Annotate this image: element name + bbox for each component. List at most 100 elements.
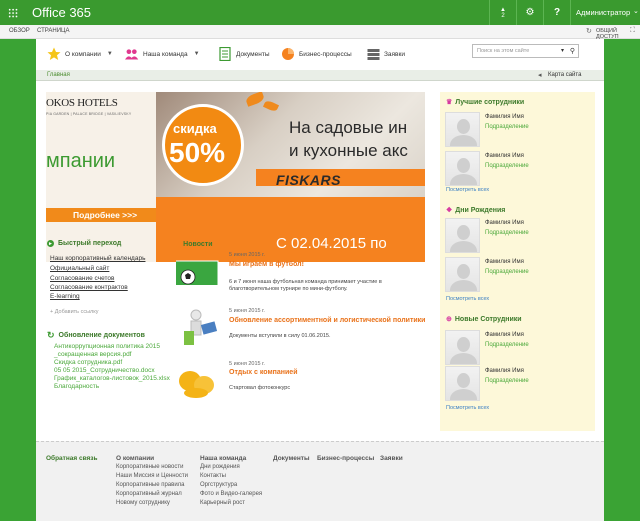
nav-item-team[interactable]: Наша команда ▼ — [125, 45, 200, 63]
news-summary: Стартовал фотоконкурс — [229, 385, 291, 391]
user-menu[interactable]: Администратор — [576, 8, 630, 17]
quick-link[interactable]: Согласование контрактов — [50, 284, 128, 291]
footer-link[interactable]: Дни рождения — [200, 464, 240, 470]
see-all-link[interactable]: Посмотреть всех — [446, 187, 489, 193]
discount-percent: 50% — [169, 137, 226, 168]
chevron-down-icon[interactable]: ▼ — [194, 51, 200, 57]
server-icon — [366, 47, 380, 61]
employee-department[interactable]: Подразделение — [485, 269, 529, 275]
employee-name[interactable]: Фамилия Имя — [485, 220, 524, 226]
brand-title[interactable]: Office 365 — [32, 5, 91, 20]
help-icon[interactable]: ? — [544, 0, 570, 25]
footer-link[interactable]: Корпоративный журнал — [116, 491, 182, 497]
nav-item-processes[interactable]: Бизнес-процессы — [281, 45, 352, 63]
footer-link[interactable]: Корпоративные новости — [116, 464, 183, 470]
avatar[interactable] — [445, 257, 480, 292]
tab-page[interactable]: СТРАНИЦА — [37, 28, 70, 34]
employee-name[interactable]: Фамилия Имя — [485, 153, 524, 159]
nav-item-requests[interactable]: Заявки — [366, 45, 405, 63]
avatar[interactable] — [445, 151, 480, 186]
chevron-down-icon[interactable]: ⌄ — [633, 7, 639, 15]
chevron-down-icon[interactable]: ▼ — [107, 51, 113, 57]
search-icon[interactable]: ⚲ — [570, 47, 575, 55]
hotel-banner[interactable]: OKOS HOTELS PIA GARDEN | PALACE BRIDGE |… — [46, 92, 156, 262]
doc-link[interactable]: 05 05 2015_Сотрудничество.docx — [54, 367, 155, 374]
nav-item-about[interactable]: О компании ▼ — [47, 45, 113, 63]
employee-department[interactable]: Подразделение — [485, 124, 529, 130]
suite-bar: Office 365 ▲ 2 ⚙ ? Администратор ⌄ — [0, 0, 640, 25]
banner-campaign-text: мпании — [46, 150, 116, 172]
footer-link[interactable]: Корпоративные правила — [116, 482, 185, 488]
quick-link[interactable]: E-learning — [50, 293, 80, 300]
footer: Обратная связь О компании Корпоративные … — [36, 441, 604, 521]
focus-icon[interactable]: ⛶ — [630, 27, 635, 35]
footer-col-title[interactable]: Заявки — [380, 455, 403, 462]
fiskars-logo-text: FISKARS — [276, 172, 341, 188]
news-headline[interactable]: Мы играем в футбол! — [229, 261, 304, 268]
notifications-icon[interactable]: ▲ 2 — [490, 0, 516, 25]
employee-department[interactable]: Подразделение — [485, 342, 529, 348]
quick-links-title: ► Быстрый переход — [47, 240, 122, 247]
footer-link[interactable]: Новому сотруднику — [116, 500, 170, 506]
footer-col-title[interactable]: Документы — [273, 455, 310, 462]
footer-link[interactable]: Карьерный рост — [200, 500, 245, 506]
avatar[interactable] — [445, 112, 480, 147]
employee-department[interactable]: Подразделение — [485, 378, 529, 384]
news-headline[interactable]: Обновление ассортиментной и логистическо… — [229, 317, 425, 324]
top-navigation: О компании ▼ Наша команда ▼ Документы Би… — [36, 39, 604, 69]
more-button[interactable]: Подробнее >>> — [46, 208, 156, 222]
best-employees-title: ♛ Лучшие сотрудники — [446, 99, 525, 106]
news-headline[interactable]: Отдых с компанией — [229, 369, 298, 376]
employee-name[interactable]: Фамилия Имя — [485, 114, 524, 120]
avatar[interactable] — [445, 218, 480, 253]
nav-label: Наша команда — [143, 50, 188, 58]
breadcrumb-bar: Главная ◂ Карта сайта — [36, 70, 604, 81]
sitemap-link[interactable]: Карта сайта — [548, 72, 581, 78]
trophy-icon: ♛ — [446, 99, 453, 106]
news-image-policy[interactable] — [174, 307, 222, 347]
feedback-link[interactable]: Обратная связь — [46, 455, 98, 462]
tab-overview[interactable]: ОБЗОР — [9, 28, 30, 34]
share-icon[interactable]: ↻ — [586, 27, 592, 35]
employee-name[interactable]: Фамилия Имя — [485, 368, 524, 374]
nav-item-documents[interactable]: Документы — [218, 45, 270, 63]
footer-col-title[interactable]: Наша команда — [200, 455, 246, 462]
breadcrumb-home[interactable]: Главная — [47, 72, 70, 78]
gear-icon[interactable]: ⚙ — [517, 0, 543, 25]
doc-link[interactable]: Благодарность — [54, 383, 99, 390]
see-all-link[interactable]: Посмотреть всех — [446, 296, 489, 302]
footer-link[interactable]: Оргструктура — [200, 482, 237, 488]
banner-line-2: и кухонные акс — [289, 141, 408, 160]
chevron-down-icon[interactable]: ▾ — [561, 47, 564, 54]
employee-department[interactable]: Подразделение — [485, 230, 529, 236]
see-all-link[interactable]: Посмотреть всех — [446, 405, 489, 411]
news-image-football[interactable] — [174, 253, 222, 293]
employee-name[interactable]: Фамилия Имя — [485, 259, 524, 265]
footer-col-title[interactable]: О компании — [116, 455, 154, 462]
search-input[interactable]: Поиск на этом сайте ▾ ⚲ — [472, 44, 579, 58]
add-link-button[interactable]: + Добавить ссылку — [50, 309, 98, 315]
banner-orange-band — [156, 197, 425, 227]
app-launcher-icon[interactable] — [0, 0, 25, 25]
avatar[interactable] — [445, 330, 480, 365]
footer-col-title[interactable]: Бизнес-процессы — [317, 455, 374, 462]
discount-word: скидка — [173, 121, 217, 136]
doc-link[interactable]: Антикоррупционная политика 2015 — [54, 343, 160, 350]
employee-department[interactable]: Подразделение — [485, 163, 529, 169]
quick-link[interactable]: Наш корпоративный календарь — [50, 255, 145, 262]
footer-link[interactable]: Наши Миссия и Ценности — [116, 473, 188, 479]
docs-update-title: ↻ Обновление документов — [47, 330, 145, 340]
doc-link[interactable]: _сокращенная версия.pdf — [54, 351, 132, 358]
nav-label: Заявки — [384, 50, 405, 58]
avatar[interactable] — [445, 366, 480, 401]
quick-link[interactable]: Согласование счетов — [50, 275, 114, 282]
quick-link[interactable]: Официальный сайт — [50, 265, 109, 272]
news-image-vacation[interactable] — [174, 361, 222, 401]
employee-name[interactable]: Фамилия Имя — [485, 332, 524, 338]
doc-link[interactable]: График_каталогов-листовок_2015.xlsx — [54, 375, 170, 382]
promo-banner[interactable]: скидка 50% На садовые ин и кухонные акс … — [156, 92, 425, 262]
footer-link[interactable]: Контакты — [200, 473, 226, 479]
doc-link[interactable]: Скидка сотрудника.pdf — [54, 359, 122, 366]
plus-circle-icon: ⊕ — [446, 316, 452, 323]
footer-link[interactable]: Фото и Видео-галерея — [200, 491, 262, 497]
